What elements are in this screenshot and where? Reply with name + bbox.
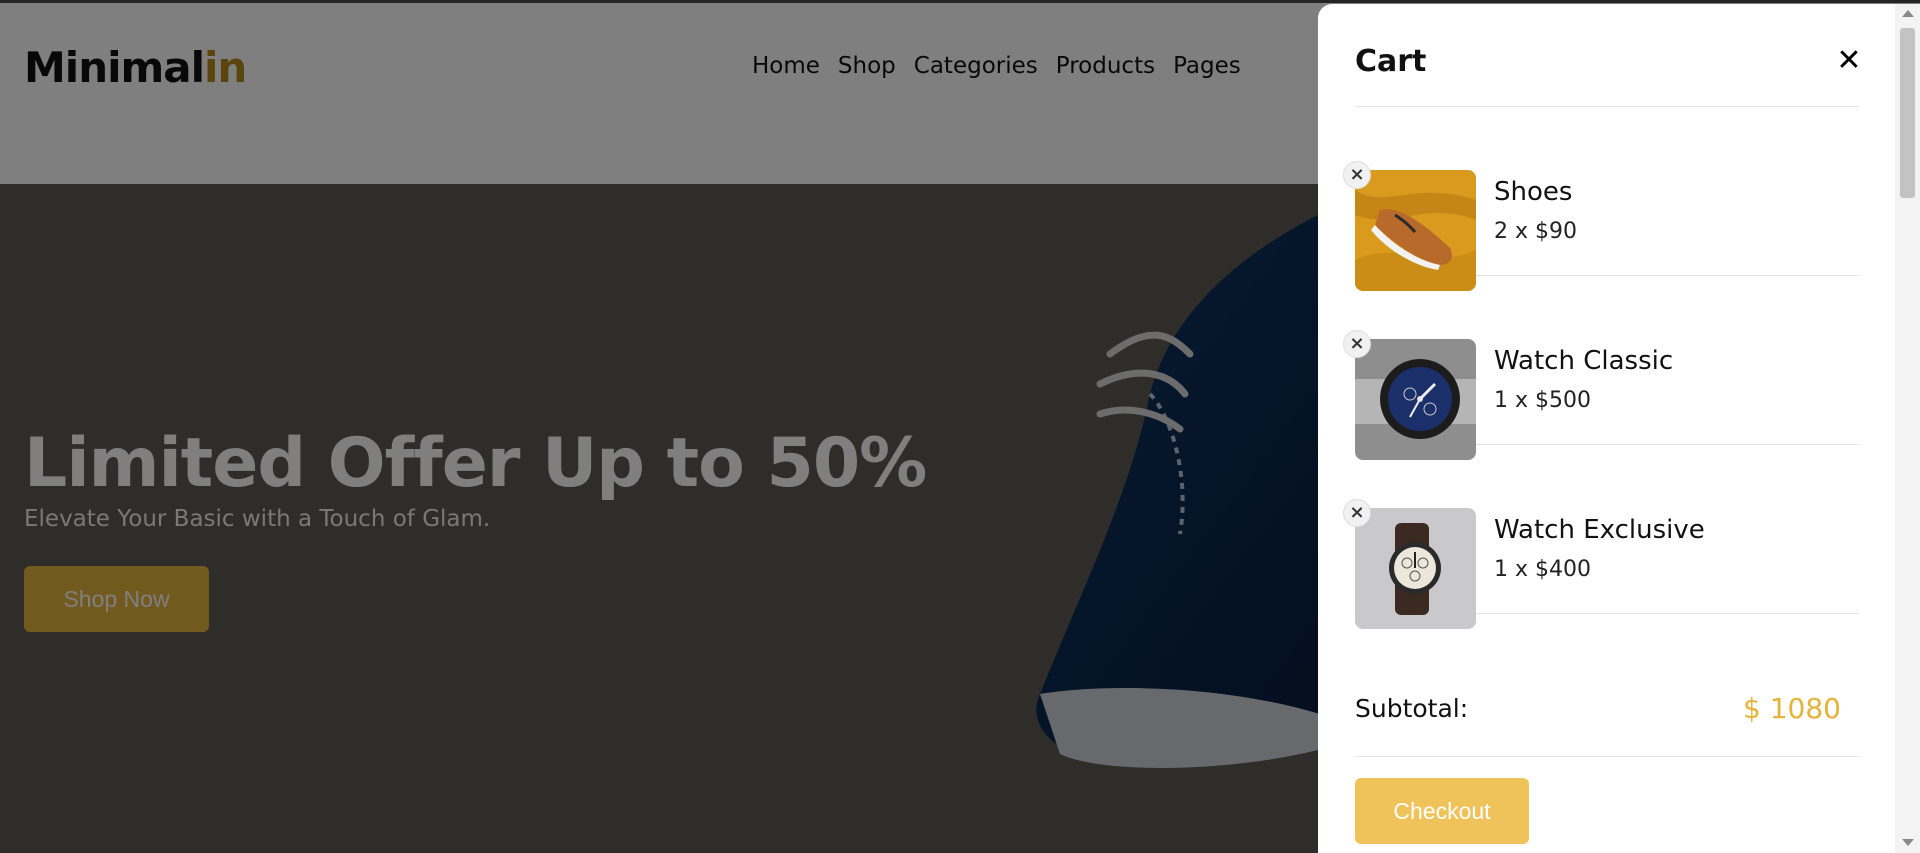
scroll-down-arrow-icon[interactable]	[1902, 839, 1914, 846]
cart-item: × Shoes 2 x $90	[1343, 107, 1859, 291]
shoe-thumbnail[interactable]	[1355, 170, 1476, 291]
cart-item-qty-price: 1 x $400	[1494, 557, 1591, 582]
cart-divider	[1355, 756, 1859, 757]
subtotal-value: $ 1080	[1743, 692, 1841, 725]
cart-item-name: Watch Classic	[1494, 346, 1674, 376]
remove-item-icon[interactable]: ×	[1343, 499, 1371, 527]
cart-item: × Watch Exclusive 1 x $400	[1343, 445, 1859, 629]
watch-exclusive-thumbnail[interactable]	[1355, 508, 1476, 629]
scroll-up-arrow-icon[interactable]	[1902, 10, 1914, 17]
cart-item-name: Watch Exclusive	[1494, 515, 1705, 545]
watch-classic-thumbnail[interactable]	[1355, 339, 1476, 460]
checkout-button[interactable]: Checkout	[1355, 778, 1529, 844]
cart-item-name: Shoes	[1494, 177, 1573, 207]
subtotal-label: Subtotal:	[1355, 694, 1469, 723]
cart-drawer: Cart ✕ × Shoes 2 x $90 × Watch Classic 1…	[1318, 4, 1920, 853]
close-icon[interactable]: ✕	[1834, 46, 1864, 76]
cart-item: × Watch Classic 1 x $500	[1343, 276, 1859, 460]
cart-item-qty-price: 2 x $90	[1494, 219, 1577, 244]
scrollbar-thumb[interactable]	[1900, 28, 1915, 198]
remove-item-icon[interactable]: ×	[1343, 330, 1371, 358]
remove-item-icon[interactable]: ×	[1343, 161, 1371, 189]
cart-title: Cart	[1355, 44, 1427, 79]
cart-item-qty-price: 1 x $500	[1494, 388, 1591, 413]
vertical-scrollbar[interactable]	[1895, 4, 1920, 853]
